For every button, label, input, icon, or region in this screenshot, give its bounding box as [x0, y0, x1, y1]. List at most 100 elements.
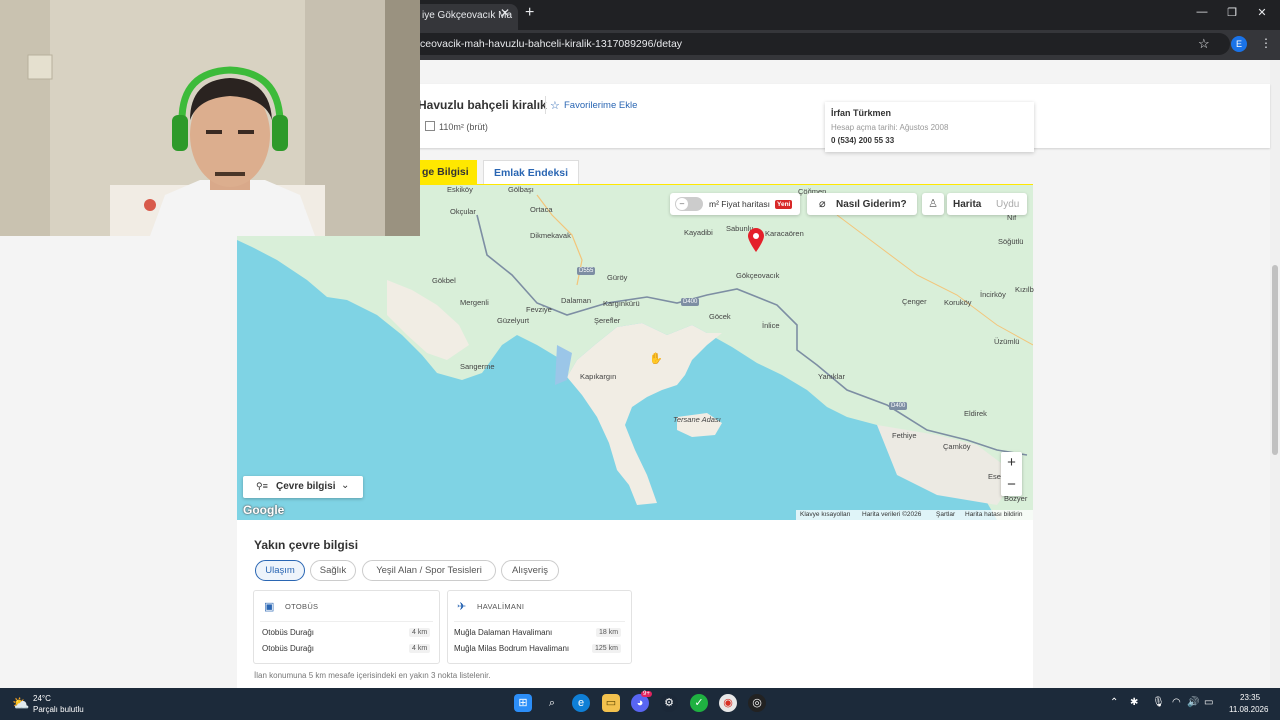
street-view-pegman-icon[interactable]: ♙ [922, 193, 944, 215]
map-label: İncirköy [980, 290, 1006, 299]
directions-icon[interactable]: ⌀ [819, 197, 826, 210]
maximize-button[interactable]: ❐ [1222, 6, 1242, 19]
map-label: Gökbel [432, 276, 456, 285]
map-label: Çamköy [943, 442, 971, 451]
map-label: Tersane Adası [673, 415, 721, 424]
tray-expand-icon[interactable]: ⌃ [1110, 697, 1118, 708]
wifi-icon[interactable]: ◠ [1172, 697, 1181, 708]
map-type-map-button[interactable]: Harita [953, 199, 981, 210]
weather-description[interactable]: Parçalı bulutlu [33, 705, 84, 714]
map-type-satellite-button[interactable]: Uydu [996, 199, 1019, 210]
spotify-like-icon[interactable]: ✓ [690, 694, 708, 712]
nearby-title: Yakın çevre bilgisi [254, 538, 359, 552]
browser-menu-icon[interactable]: ⋮ [1260, 36, 1272, 50]
tab-close-icon[interactable]: ✕ [500, 6, 510, 20]
close-window-button[interactable]: ✕ [1252, 6, 1272, 19]
chip-health[interactable]: Sağlık [310, 560, 356, 581]
chip-shopping[interactable]: Alışveriş [501, 560, 559, 581]
add-favorite-link[interactable]: Favorilerime Ekle [564, 100, 637, 111]
microphone-icon[interactable]: 🎙 [1152, 697, 1165, 708]
map-label: Ortaca [530, 205, 553, 214]
map-label: Eldirek [964, 409, 987, 418]
address-bar[interactable]: ceovacik-mah-havuzlu-bahceli-kiralik-131… [410, 33, 1230, 55]
map-label: Üzümlü [994, 337, 1020, 346]
map-label: Fethiye [892, 431, 917, 440]
partly-cloudy-icon[interactable]: ⛅ [12, 695, 29, 712]
airplane-icon: ✈ [457, 601, 467, 613]
start-windows-icon[interactable]: ⊞ [514, 694, 532, 712]
weather-temperature[interactable]: 24°C [33, 694, 51, 703]
zoom-in-button[interactable]: + [1001, 452, 1022, 474]
listing-title: Havuzlu bahçeli kiralık [418, 98, 547, 112]
clock-time[interactable]: 23:35 [1240, 693, 1260, 702]
new-tab-button[interactable]: + [525, 4, 534, 22]
location-pin-icon[interactable] [747, 227, 765, 253]
hand-cursor-icon: ✋ [649, 353, 663, 365]
nearby-note: İlan konumuna 5 km mesafe içerisindeki e… [254, 671, 491, 680]
map-label: Kayadibi [684, 228, 713, 237]
report-map-error-link[interactable]: Harita hatası bildirin [965, 511, 1022, 518]
price-map-label[interactable]: m² Fiyat haritası [709, 199, 770, 209]
bus-header: OTOBÜS [285, 602, 319, 611]
minimize-button[interactable]: — [1192, 6, 1212, 18]
webcam-overlay [0, 0, 420, 236]
clock-date[interactable]: 11.08.2026 [1229, 705, 1268, 714]
map-label: Söğütlü [998, 237, 1024, 246]
list-item: Otobüs Durağı [262, 628, 315, 637]
bluetooth-icon[interactable]: ✱ [1130, 697, 1138, 708]
file-explorer-icon[interactable]: ▭ [602, 694, 620, 712]
map-label: İnlice [762, 321, 780, 330]
notification-badge: 9+ [641, 691, 652, 697]
list-item: Muğla Milas Bodrum Havalimanı [454, 644, 570, 653]
distance-badge: 125 km [592, 644, 621, 653]
seller-since: Hesap açma tarihi: Ağustos 2008 [831, 123, 949, 132]
distance-badge: 18 km [596, 628, 622, 637]
google-logo: Google [243, 503, 285, 517]
chip-transport[interactable]: Ulaşım [255, 560, 305, 581]
area-icon [425, 121, 435, 131]
battery-icon[interactable]: ▭ [1204, 697, 1213, 708]
edge-browser-icon[interactable]: e [572, 694, 590, 712]
terms-link[interactable]: Şartlar [936, 511, 955, 518]
road-shield: D400 [889, 402, 908, 410]
chrome-icon[interactable]: ◉ [719, 694, 737, 712]
map-data-credit: Harita verileri ©2026 [862, 511, 922, 518]
map-label: Sangerme [460, 362, 495, 371]
zoom-out-button[interactable]: − [1001, 474, 1022, 496]
tab-location-info[interactable]: ge Bilgisi [420, 160, 477, 185]
directions-label[interactable]: Nasıl Giderim? [836, 199, 907, 210]
listing-area: 110m² (brüt) [439, 122, 488, 132]
bus-icon: ▣ [264, 601, 275, 613]
new-badge: Yeni [775, 200, 793, 209]
environment-info-label[interactable]: Çevre bilgisi [276, 481, 335, 492]
map-label: Gölbaşı [508, 185, 534, 194]
seller-phone[interactable]: 0 (534) 200 55 33 [831, 136, 894, 145]
airport-header: HAVALİMANI [477, 602, 525, 611]
map-label: Karacaören [765, 229, 804, 238]
obs-icon[interactable]: ◎ [748, 694, 766, 712]
pin-list-icon[interactable]: ⚲≡ [256, 481, 268, 492]
map-label: Çenger [902, 297, 927, 306]
chevron-down-icon[interactable]: ⌄ [341, 480, 349, 491]
star-icon[interactable]: ☆ [550, 99, 560, 112]
map-label: Dalaman [561, 296, 592, 305]
search-icon[interactable]: ⌕ [543, 694, 561, 712]
scrollbar-thumb[interactable] [1272, 265, 1278, 455]
divider [260, 621, 433, 622]
toggle-off-icon[interactable]: – [676, 198, 688, 210]
tab-real-estate-index[interactable]: Emlak Endeksi [483, 160, 579, 185]
chip-green-space[interactable]: Yeşil Alan / Spor Tesisleri [362, 560, 496, 581]
road-shield: D555 [577, 267, 596, 275]
map-label: Yanıklar [818, 372, 845, 381]
distance-badge: 4 km [409, 628, 431, 637]
map-label: Kızılb [1015, 285, 1034, 294]
profile-avatar[interactable]: E [1231, 36, 1247, 52]
map-label: Koruköy [944, 298, 972, 307]
list-item: Muğla Dalaman Havalimanı [454, 628, 553, 637]
bookmark-star-icon[interactable]: ☆ [1198, 36, 1210, 52]
steam-icon[interactable]: ⚙ [660, 694, 678, 712]
volume-icon[interactable]: 🔊 [1187, 697, 1199, 708]
keyboard-shortcuts-link[interactable]: Klavye kısayolları [800, 511, 851, 518]
seller-name[interactable]: İrfan Türkmen [831, 108, 891, 118]
webcam-person-image [0, 0, 420, 236]
